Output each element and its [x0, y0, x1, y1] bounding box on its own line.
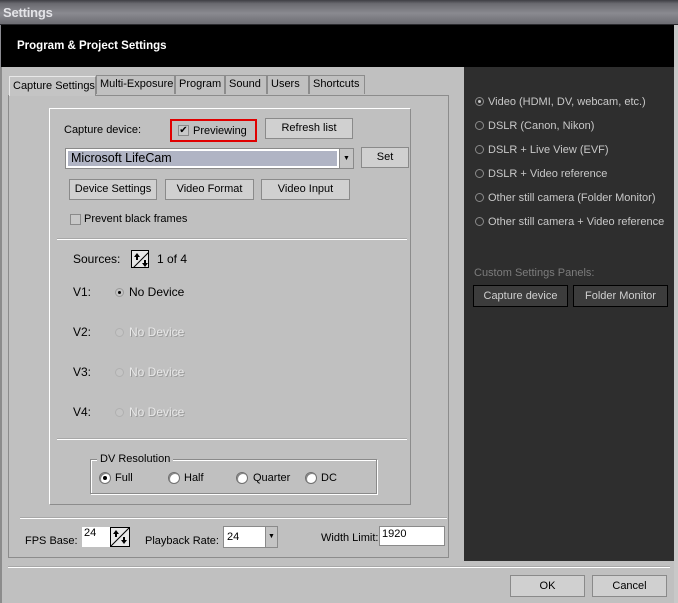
- video-input-label: Video Input: [277, 183, 334, 195]
- camera-type-dslr-label[interactable]: DSLR (Canon, Nikon): [488, 120, 594, 132]
- camera-type-still-videoref-label[interactable]: Other still camera + Video reference: [488, 216, 664, 228]
- camera-type-video-label[interactable]: Video (HDMI, DV, webcam, etc.): [488, 96, 646, 108]
- fps-base-input[interactable]: 24: [82, 527, 111, 547]
- tab-label: Users: [271, 78, 300, 90]
- source-v3-label: V3:: [73, 365, 92, 379]
- capture-device-select[interactable]: Microsoft LifeCam ▼: [65, 148, 354, 169]
- prevent-black-frames-label[interactable]: Prevent black frames: [84, 213, 187, 225]
- previewing-label[interactable]: Previewing: [193, 125, 247, 137]
- source-v3-radio[interactable]: [115, 368, 124, 377]
- tab-multi-exposure[interactable]: Multi-Exposure: [96, 75, 175, 94]
- chevron-down-icon[interactable]: ▼: [339, 149, 353, 168]
- camera-type-dslr-videoref-radio[interactable]: [475, 169, 484, 178]
- dv-quarter-radio[interactable]: [236, 472, 248, 484]
- tab-label: Sound: [229, 78, 261, 90]
- folder-monitor-panel-label: Folder Monitor: [585, 290, 656, 302]
- dv-dc-radio[interactable]: [305, 472, 317, 484]
- source-v1-device[interactable]: No Device: [129, 285, 184, 299]
- fps-base-label: FPS Base:: [25, 535, 78, 547]
- divider: [57, 438, 407, 440]
- right-border: [674, 25, 678, 603]
- title-bar[interactable]: Settings: [0, 0, 678, 25]
- camera-type-dslr-videoref-label[interactable]: DSLR + Video reference: [488, 168, 607, 180]
- left-border: [0, 67, 2, 603]
- capture-device-value: Microsoft LifeCam: [68, 151, 337, 166]
- width-limit-input[interactable]: 1920: [379, 526, 445, 546]
- tab-label: Capture Settings: [13, 80, 95, 92]
- tab-capture-settings[interactable]: Capture Settings: [9, 76, 96, 96]
- divider: [8, 566, 670, 568]
- tab-label: Program: [179, 78, 222, 90]
- set-button[interactable]: Set: [361, 147, 409, 168]
- source-v3-device[interactable]: No Device: [129, 365, 184, 379]
- width-limit-label: Width Limit:: [321, 532, 379, 544]
- capture-device-panel-button[interactable]: Capture device: [473, 285, 568, 307]
- source-v1-label: V1:: [73, 285, 92, 299]
- playback-rate-label: Playback Rate:: [145, 535, 219, 547]
- folder-monitor-panel-button[interactable]: Folder Monitor: [573, 285, 668, 307]
- camera-type-still-folder-radio[interactable]: [475, 193, 484, 202]
- camera-type-dslr-radio[interactable]: [475, 121, 484, 130]
- camera-type-still-videoref-radio[interactable]: [475, 217, 484, 226]
- camera-type-still-folder-label[interactable]: Other still camera (Folder Monitor): [488, 192, 656, 204]
- divider: [20, 517, 447, 519]
- camera-type-video-radio[interactable]: [475, 97, 484, 106]
- dv-quarter-label[interactable]: Quarter: [253, 472, 290, 484]
- settings-header: Program & Project Settings: [0, 25, 678, 67]
- chevron-down-icon[interactable]: ▼: [265, 527, 277, 547]
- cancel-button[interactable]: Cancel: [592, 575, 667, 597]
- playback-rate-select[interactable]: 24 ▼: [223, 526, 278, 548]
- tab-program[interactable]: Program: [175, 75, 225, 94]
- capture-device-panel-label: Capture device: [483, 290, 558, 302]
- cancel-label: Cancel: [612, 580, 647, 592]
- prevent-black-frames-checkbox[interactable]: [70, 214, 81, 225]
- source-v4-label: V4:: [73, 405, 92, 419]
- capture-device-label: Capture device:: [64, 124, 142, 136]
- sources-label: Sources:: [73, 252, 121, 266]
- tab-label: Shortcuts: [313, 78, 360, 90]
- ok-label: OK: [539, 580, 556, 592]
- set-label: Set: [376, 151, 394, 163]
- video-format-button[interactable]: Video Format: [165, 179, 254, 200]
- camera-type-panel: [464, 67, 674, 561]
- sources-count: 1 of 4: [157, 252, 188, 266]
- window-title: Settings: [3, 5, 53, 20]
- device-settings-label: Device Settings: [74, 183, 152, 195]
- ok-button[interactable]: OK: [510, 575, 585, 597]
- playback-rate-value: 24: [227, 531, 240, 543]
- refresh-list-button[interactable]: Refresh list: [265, 118, 353, 139]
- video-input-button[interactable]: Video Input: [261, 179, 350, 200]
- camera-type-dslr-liveview-label[interactable]: DSLR + Live View (EVF): [488, 144, 609, 156]
- source-v2-label: V2:: [73, 325, 92, 339]
- dv-full-label[interactable]: Full: [115, 472, 133, 484]
- source-v4-radio[interactable]: [115, 408, 124, 417]
- tab-shortcuts[interactable]: Shortcuts: [309, 75, 365, 94]
- source-v2-radio[interactable]: [115, 328, 124, 337]
- tab-sound[interactable]: Sound: [225, 75, 267, 94]
- divider: [57, 238, 407, 240]
- dv-full-radio[interactable]: [99, 472, 111, 484]
- video-format-label: Video Format: [176, 183, 243, 195]
- dv-half-radio[interactable]: [168, 472, 180, 484]
- fps-base-spinner-icon[interactable]: [110, 527, 130, 547]
- source-v4-device[interactable]: No Device: [129, 405, 184, 419]
- custom-panels-label: Custom Settings Panels:: [474, 267, 595, 279]
- refresh-list-label: Refresh list: [281, 122, 337, 134]
- source-v1-radio[interactable]: [115, 288, 124, 297]
- tab-users[interactable]: Users: [267, 75, 309, 94]
- dv-half-label[interactable]: Half: [184, 472, 204, 484]
- camera-type-dslr-liveview-radio[interactable]: [475, 145, 484, 154]
- previewing-checkbox[interactable]: ✔: [178, 125, 189, 136]
- dv-resolution-title: DV Resolution: [97, 453, 174, 465]
- device-settings-button[interactable]: Device Settings: [69, 179, 157, 200]
- source-v2-device[interactable]: No Device: [129, 325, 184, 339]
- dv-dc-label[interactable]: DC: [321, 472, 337, 484]
- header-title: Program & Project Settings: [17, 40, 167, 52]
- tab-label: Multi-Exposure: [100, 78, 174, 90]
- sources-spinner-icon[interactable]: [131, 250, 149, 268]
